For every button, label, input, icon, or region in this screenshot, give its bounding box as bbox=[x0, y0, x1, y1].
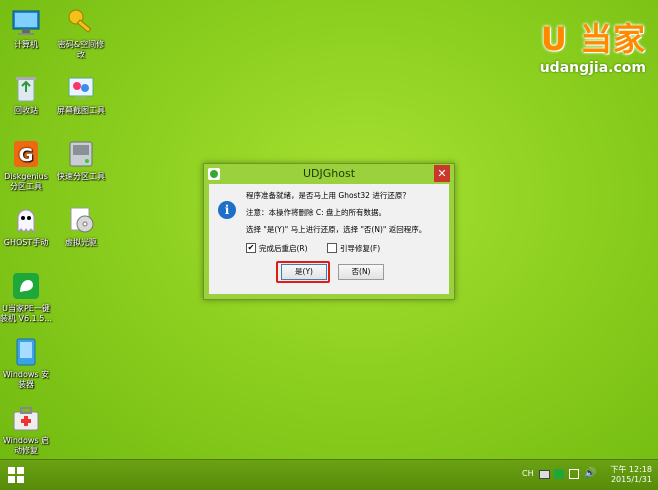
boot-repair-checkbox-label: 引导修复(F) bbox=[340, 244, 381, 253]
info-icon: i bbox=[218, 201, 236, 219]
desktop-icon-label: 快速分区工具 bbox=[57, 172, 105, 181]
desktop-icon-label: 回收站 bbox=[14, 106, 38, 115]
svg-text:G: G bbox=[19, 145, 34, 166]
restart-checkbox-box[interactable]: ✔ bbox=[246, 243, 256, 253]
desktop-icon-label: GHOST手动 bbox=[3, 238, 49, 247]
desktop-icon-label: 屏幕截图工具 bbox=[57, 106, 105, 115]
desktop-icon-screenshot-tool[interactable]: 屏幕截图工具 bbox=[55, 72, 107, 116]
desktop-icon-label: 虚拟光驱 bbox=[65, 238, 97, 247]
dialog-message-line1: 程序准备就绪，是否马上用 Ghost32 进行还原？ bbox=[246, 191, 410, 200]
windows-installer-icon bbox=[10, 336, 42, 368]
desktop-icon-windows-installer[interactable]: Windows 安装器 bbox=[0, 336, 52, 390]
desktop-icon-computer[interactable]: 计算机 bbox=[0, 6, 52, 50]
taskbar: CH 🔊 下午 12:18 2015/1/31 bbox=[0, 459, 658, 490]
clock-time: 下午 12:18 bbox=[610, 465, 652, 474]
virtual-drive-icon bbox=[65, 204, 97, 236]
clock-date: 2015/1/31 bbox=[610, 475, 652, 484]
boot-repair-checkbox-box[interactable] bbox=[327, 243, 337, 253]
desktop-icon-keys[interactable]: 密码&空间修改 bbox=[55, 6, 107, 60]
desktop-icon-ghost[interactable]: GHOST手动 bbox=[0, 204, 52, 248]
clock[interactable]: 下午 12:18 2015/1/31 bbox=[606, 465, 652, 485]
brand-logo: U 当家 bbox=[540, 20, 646, 58]
desktop-icon-label: 密码&空间修改 bbox=[57, 40, 105, 59]
language-indicator[interactable]: CH bbox=[522, 469, 534, 478]
desktop-icon-label: Windows 启动修复 bbox=[2, 436, 50, 455]
diskgenius-icon: G bbox=[10, 138, 42, 170]
dialog-message-line3: 选择 "是(Y)" 马上进行还原，选择 "否(N)" 返回程序。 bbox=[246, 225, 427, 234]
udangjia-installer-icon bbox=[10, 270, 42, 302]
brand-watermark: U 当家 udangjia.com bbox=[540, 14, 646, 76]
network-icon[interactable] bbox=[569, 469, 579, 479]
desktop-icon-udangjia-installer[interactable]: U当家PE一键 装机 V6.1.5... bbox=[0, 270, 52, 324]
partition-tool-icon bbox=[65, 138, 97, 170]
dialog-title: UDJGhost bbox=[302, 167, 356, 180]
volume-icon[interactable]: 🔊 bbox=[584, 468, 596, 479]
udangjia-tray-icon[interactable] bbox=[554, 469, 564, 479]
screenshot-tool-icon bbox=[65, 72, 97, 104]
desktop-icon-recycle-bin[interactable]: 回收站 bbox=[0, 72, 52, 116]
dialog-titlebar[interactable]: UDJGhost ✕ bbox=[204, 164, 454, 184]
desktop-icon-virtual-drive[interactable]: 虚拟光驱 bbox=[55, 204, 107, 248]
yes-button-highlight bbox=[276, 261, 330, 283]
windows-logo-icon bbox=[8, 467, 15, 474]
dialog-message-line2: 注意：本操作将删除 C: 盘上的所有数据。 bbox=[246, 208, 387, 217]
desktop-icon-label: Diskgenius 分区工具 bbox=[4, 172, 48, 191]
start-button[interactable] bbox=[8, 467, 25, 484]
no-button[interactable]: 否(N) bbox=[338, 264, 384, 280]
keys-icon bbox=[65, 6, 97, 38]
desktop-icon-partition-tool[interactable]: 快速分区工具 bbox=[55, 138, 107, 182]
boot-repair-checkbox[interactable]: 引导修复(F) bbox=[327, 243, 380, 254]
desktop-icon-label: 计算机 bbox=[14, 40, 38, 49]
desktop-icon-label: U当家PE一键 装机 V6.1.5... bbox=[0, 304, 52, 323]
desktop-icon-windows-repair[interactable]: Windows 启动修复 bbox=[0, 402, 52, 456]
desktop-icon-label: Windows 安装器 bbox=[2, 370, 50, 389]
computer-icon bbox=[10, 6, 42, 38]
windows-repair-icon bbox=[10, 402, 42, 434]
recycle-bin-icon bbox=[10, 72, 42, 104]
ghost-icon bbox=[10, 204, 42, 236]
restart-checkbox-label: 完成后重启(R) bbox=[259, 244, 308, 253]
keyboard-icon[interactable] bbox=[539, 470, 550, 479]
close-button[interactable]: ✕ bbox=[434, 165, 450, 182]
desktop-icon-diskgenius[interactable]: G Diskgenius 分区工具 bbox=[0, 138, 52, 192]
brand-url: udangjia.com bbox=[539, 60, 646, 76]
system-tray: CH 🔊 下午 12:18 2015/1/31 bbox=[522, 464, 652, 486]
restart-checkbox[interactable]: ✔ 完成后重启(R) bbox=[246, 243, 308, 254]
